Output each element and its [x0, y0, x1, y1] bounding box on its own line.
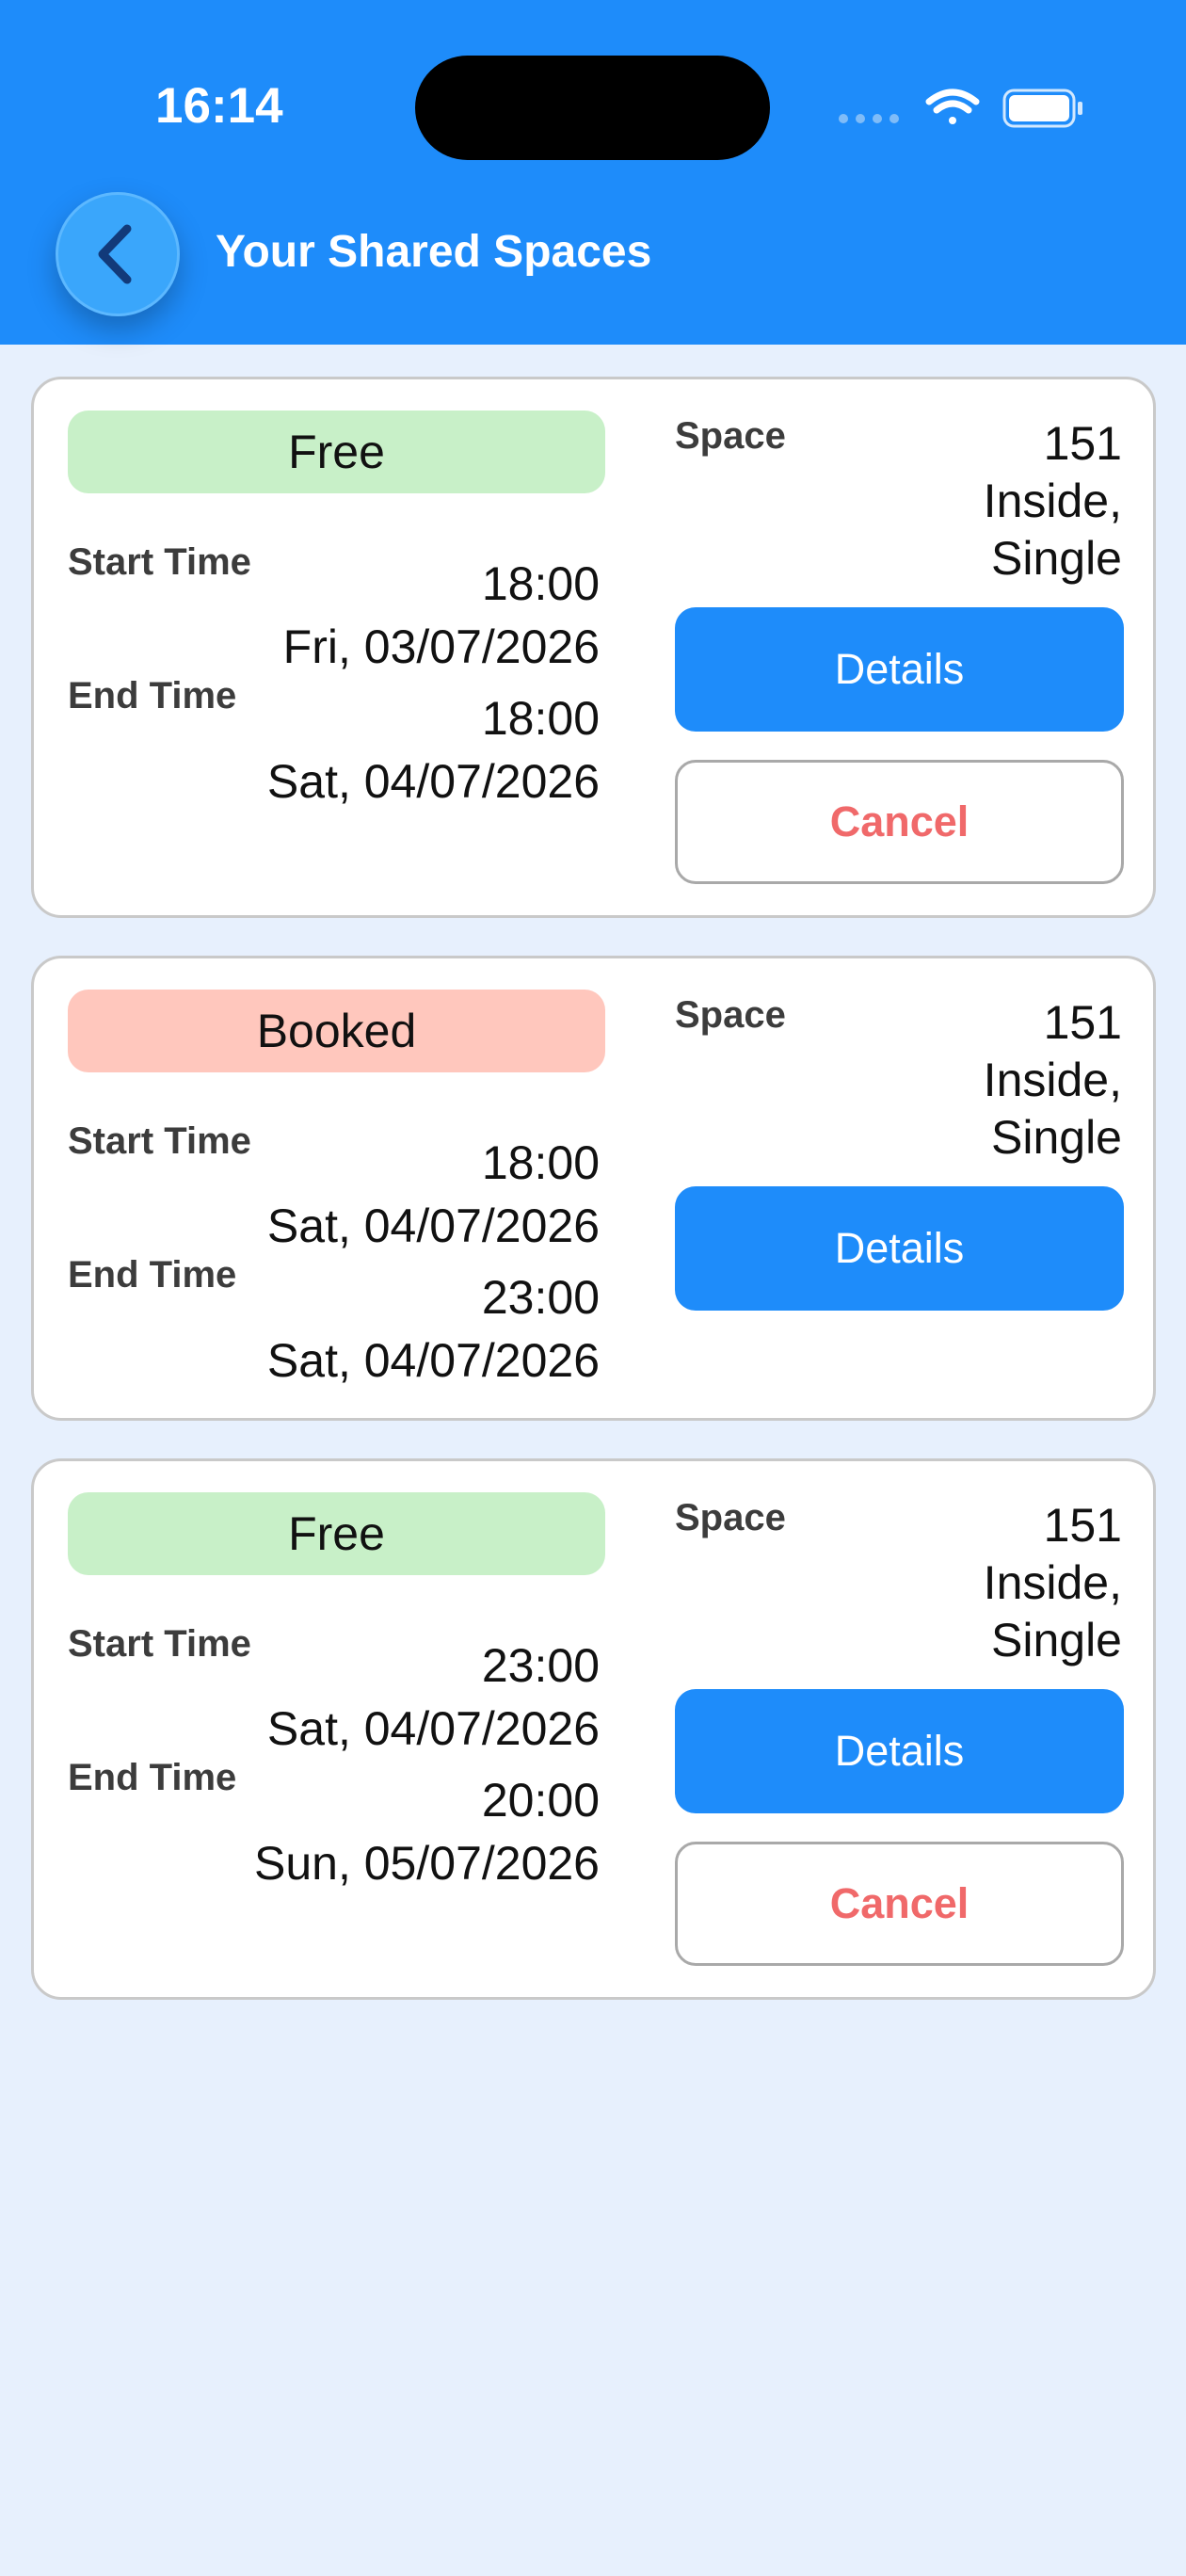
start-time-label: Start Time [68, 1120, 251, 1162]
wifi-icon [925, 89, 980, 124]
space-number: 151 [1043, 1499, 1122, 1552]
end-time-label: End Time [68, 1757, 237, 1798]
booking-card: Free Start Time 23:00 Sat, 04/07/2026 En… [31, 1458, 1156, 2000]
space-label: Space [675, 994, 786, 1036]
battery-icon [1002, 89, 1082, 128]
space-location: Inside, [983, 1556, 1122, 1609]
start-time-value: 18:00 [481, 557, 600, 610]
end-date-value: Sat, 04/07/2026 [266, 1334, 600, 1387]
end-time-label: End Time [68, 1254, 237, 1296]
back-button[interactable] [56, 192, 180, 316]
start-time-label: Start Time [68, 1623, 251, 1665]
details-button[interactable]: Details [675, 607, 1124, 732]
start-time-label: Start Time [68, 541, 251, 583]
status-badge: Free [68, 1492, 605, 1575]
end-time-value: 18:00 [481, 692, 600, 745]
booking-card: Booked Start Time 18:00 Sat, 04/07/2026 … [31, 956, 1156, 1421]
cancel-button[interactable]: Cancel [675, 1842, 1124, 1966]
space-value: 151 Inside, Single [984, 415, 1122, 588]
end-time-value: 20:00 [481, 1774, 600, 1827]
space-type: Single [991, 1614, 1122, 1666]
start-date-value: Fri, 03/07/2026 [282, 620, 600, 673]
end-date-value: Sat, 04/07/2026 [266, 755, 600, 808]
end-date-value: Sun, 05/07/2026 [254, 1837, 600, 1890]
chevron-left-icon [98, 224, 132, 284]
space-label: Space [675, 415, 786, 457]
space-value: 151 Inside, Single [984, 1497, 1122, 1669]
space-label: Space [675, 1497, 786, 1538]
start-time-value: 18:00 [481, 1136, 600, 1189]
status-badge: Free [68, 411, 605, 493]
start-time-value: 23:00 [481, 1639, 600, 1692]
end-time-label: End Time [68, 675, 237, 716]
booking-card: Free Start Time 18:00 Fri, 03/07/2026 En… [31, 377, 1156, 918]
space-location: Inside, [983, 475, 1122, 527]
status-badge: Booked [68, 990, 605, 1072]
status-time: 16:14 [155, 78, 283, 134]
details-button[interactable]: Details [675, 1186, 1124, 1311]
space-location: Inside, [983, 1054, 1122, 1106]
details-button[interactable]: Details [675, 1689, 1124, 1813]
page-title: Your Shared Spaces [216, 227, 652, 277]
cancel-button[interactable]: Cancel [675, 760, 1124, 884]
end-time-value: 23:00 [481, 1271, 600, 1324]
status-icons [838, 83, 1092, 136]
start-date-value: Sat, 04/07/2026 [266, 1199, 600, 1252]
signal-icon [839, 114, 899, 123]
space-type: Single [991, 1111, 1122, 1164]
start-date-value: Sat, 04/07/2026 [266, 1702, 600, 1755]
app-header: 16:14 Your Shared Spaces [0, 0, 1186, 345]
dynamic-island [415, 56, 770, 160]
space-value: 151 Inside, Single [984, 994, 1122, 1167]
space-number: 151 [1043, 996, 1122, 1049]
space-type: Single [991, 532, 1122, 585]
space-number: 151 [1043, 417, 1122, 470]
